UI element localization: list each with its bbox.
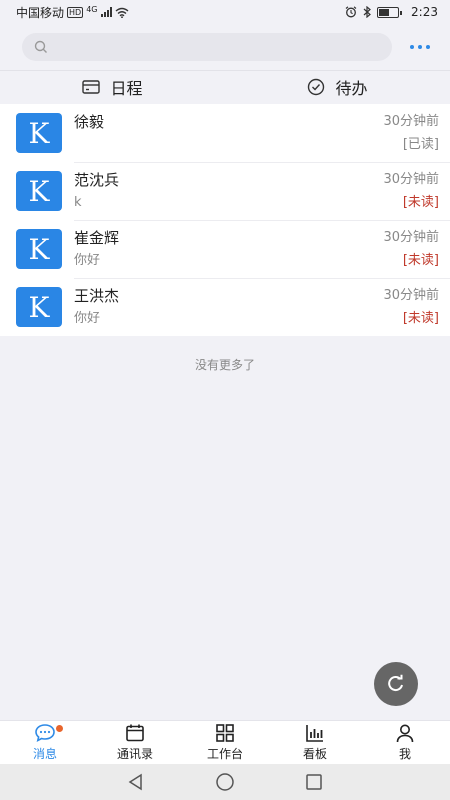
wifi-icon [115,7,128,18]
battery-icon [377,6,403,18]
avatar: K [16,113,62,153]
list-item[interactable]: K 徐毅 30分钟前 [已读] [0,104,450,162]
contact-name: 王洪杰 [74,287,120,305]
read-status: [未读] [402,195,439,210]
more-dot [410,45,414,49]
contact-name: 崔金辉 [74,229,120,247]
avatar: K [16,171,62,211]
avatar: K [16,287,62,327]
more-dot [426,45,430,49]
clock: 2:23 [411,5,438,19]
search-row [0,24,450,70]
tab-dashboard[interactable]: 看板 [270,721,360,764]
message-list: K 徐毅 30分钟前 [已读] K 范沈兵 k 30分钟前 [未读] K 崔金辉… [0,104,450,336]
network-type: 4G [86,4,98,14]
bar-chart-icon [306,725,323,742]
tab-todo[interactable]: 待办 [225,71,450,102]
search-input[interactable] [54,39,374,55]
list-end-text: 没有更多了 [194,358,255,372]
refresh-icon [388,674,403,692]
status-right: 2:23 [345,5,438,19]
recents-icon[interactable] [305,773,323,791]
person-icon [396,724,414,743]
check-circle-icon [308,78,325,95]
calendar-icon [126,724,144,742]
tab-todo-label: 待办 [335,78,368,98]
message-preview: 你好 [74,253,101,268]
message-icon [35,724,55,743]
tab-schedule[interactable]: 日程 [0,71,225,102]
status-bar: 中国移动 HD 4G 2:23 [0,0,450,24]
tab-me[interactable]: 我 [360,721,450,764]
tab-contacts-label: 通讯录 [116,747,153,761]
search-box[interactable] [22,33,392,61]
back-icon[interactable] [127,773,145,791]
more-options-button[interactable] [406,33,434,61]
home-icon[interactable] [215,772,235,792]
tab-schedule-label: 日程 [110,78,143,98]
alarm-icon [345,6,357,18]
unread-badge [56,725,63,732]
list-item[interactable]: K 范沈兵 k 30分钟前 [未读] [0,162,450,220]
tab-dashboard-label: 看板 [302,747,327,761]
tab-me-label: 我 [398,747,411,761]
tab-workbench-label: 工作台 [206,747,243,761]
tab-messages[interactable]: 消息 [0,721,90,764]
bottom-tab-bar: 消息 通讯录 工作台 看板 我 [0,720,450,764]
carrier-label: 中国移动 [16,5,65,20]
system-nav-bar [0,764,450,800]
contact-name: 范沈兵 [74,171,120,189]
message-preview [74,136,383,154]
list-item[interactable]: K 崔金辉 你好 30分钟前 [未读] [0,220,450,278]
message-preview: 你好 [74,311,101,326]
contact-name: 徐毅 [74,113,105,131]
more-dot [418,45,422,49]
grid-icon [216,724,234,742]
search-icon [34,40,47,53]
read-status: [未读] [402,311,439,326]
card-icon [82,79,101,94]
status-left: 中国移动 HD 4G [16,4,129,21]
message-time: 30分钟前 [383,288,439,303]
refresh-button[interactable] [374,662,418,706]
tab-contacts[interactable]: 通讯录 [90,721,180,764]
list-item[interactable]: K 王洪杰 你好 30分钟前 [未读] [0,278,450,336]
message-preview: k [74,195,82,210]
tab-workbench[interactable]: 工作台 [180,721,270,764]
read-status: [已读] [402,137,439,152]
signal-icon [100,7,112,17]
quick-tabs: 日程 待办 [0,70,450,102]
avatar: K [16,229,62,269]
message-time: 30分钟前 [383,114,439,129]
message-time: 30分钟前 [383,230,439,245]
message-time: 30分钟前 [383,172,439,187]
bluetooth-icon [363,6,371,18]
hd-badge: HD [67,6,84,18]
tab-messages-label: 消息 [32,747,57,761]
read-status: [未读] [402,253,439,268]
